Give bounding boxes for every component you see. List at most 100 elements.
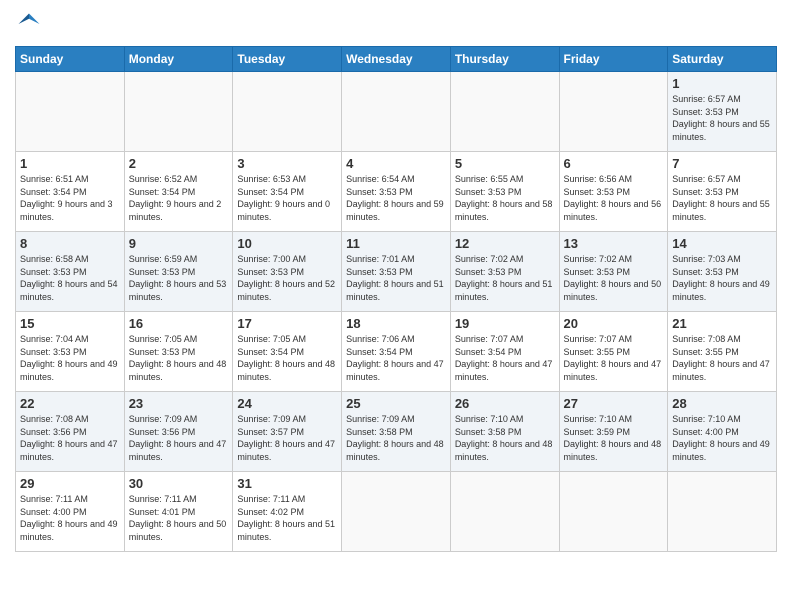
day-info: Sunrise: 7:08 AMSunset: 3:55 PMDaylight:… <box>672 334 770 382</box>
calendar-cell: 30 Sunrise: 7:11 AMSunset: 4:01 PMDaylig… <box>124 472 233 552</box>
day-info: Sunrise: 7:10 AMSunset: 3:58 PMDaylight:… <box>455 414 553 462</box>
logo <box>15 10 47 38</box>
calendar-cell: 6 Sunrise: 6:56 AMSunset: 3:53 PMDayligh… <box>559 152 668 232</box>
calendar-cell <box>124 72 233 152</box>
calendar-cell: 13 Sunrise: 7:02 AMSunset: 3:53 PMDaylig… <box>559 232 668 312</box>
calendar-cell: 31 Sunrise: 7:11 AMSunset: 4:02 PMDaylig… <box>233 472 342 552</box>
day-number: 14 <box>672 236 772 251</box>
calendar-cell: 25 Sunrise: 7:09 AMSunset: 3:58 PMDaylig… <box>342 392 451 472</box>
calendar-cell <box>342 72 451 152</box>
calendar-header-friday: Friday <box>559 47 668 72</box>
calendar-header-row: SundayMondayTuesdayWednesdayThursdayFrid… <box>16 47 777 72</box>
calendar-header-saturday: Saturday <box>668 47 777 72</box>
calendar-cell <box>668 472 777 552</box>
day-number: 7 <box>672 156 772 171</box>
calendar-cell <box>559 472 668 552</box>
day-number: 22 <box>20 396 120 411</box>
day-info: Sunrise: 6:55 AMSunset: 3:53 PMDaylight:… <box>455 174 553 222</box>
calendar-cell: 24 Sunrise: 7:09 AMSunset: 3:57 PMDaylig… <box>233 392 342 472</box>
calendar-cell: 26 Sunrise: 7:10 AMSunset: 3:58 PMDaylig… <box>450 392 559 472</box>
calendar-week-row: 15 Sunrise: 7:04 AMSunset: 3:53 PMDaylig… <box>16 312 777 392</box>
day-info: Sunrise: 6:57 AMSunset: 3:53 PMDaylight:… <box>672 94 770 142</box>
calendar-cell: 1 Sunrise: 6:57 AMSunset: 3:53 PMDayligh… <box>668 72 777 152</box>
calendar-cell: 2 Sunrise: 6:52 AMSunset: 3:54 PMDayligh… <box>124 152 233 232</box>
day-info: Sunrise: 7:05 AMSunset: 3:54 PMDaylight:… <box>237 334 335 382</box>
day-number: 1 <box>20 156 120 171</box>
calendar-cell: 19 Sunrise: 7:07 AMSunset: 3:54 PMDaylig… <box>450 312 559 392</box>
day-info: Sunrise: 6:59 AMSunset: 3:53 PMDaylight:… <box>129 254 227 302</box>
calendar-cell <box>233 72 342 152</box>
calendar-cell: 16 Sunrise: 7:05 AMSunset: 3:53 PMDaylig… <box>124 312 233 392</box>
calendar-header-thursday: Thursday <box>450 47 559 72</box>
day-number: 5 <box>455 156 555 171</box>
day-number: 6 <box>564 156 664 171</box>
day-info: Sunrise: 7:06 AMSunset: 3:54 PMDaylight:… <box>346 334 444 382</box>
calendar-cell: 22 Sunrise: 7:08 AMSunset: 3:56 PMDaylig… <box>16 392 125 472</box>
day-info: Sunrise: 7:09 AMSunset: 3:58 PMDaylight:… <box>346 414 444 462</box>
calendar-cell: 29 Sunrise: 7:11 AMSunset: 4:00 PMDaylig… <box>16 472 125 552</box>
day-number: 12 <box>455 236 555 251</box>
day-number: 30 <box>129 476 229 491</box>
calendar-cell <box>16 72 125 152</box>
calendar-cell: 1 Sunrise: 6:51 AMSunset: 3:54 PMDayligh… <box>16 152 125 232</box>
day-info: Sunrise: 7:04 AMSunset: 3:53 PMDaylight:… <box>20 334 118 382</box>
day-info: Sunrise: 7:11 AMSunset: 4:01 PMDaylight:… <box>129 494 227 542</box>
day-number: 20 <box>564 316 664 331</box>
calendar-cell <box>450 72 559 152</box>
calendar-cell <box>450 472 559 552</box>
calendar-cell: 15 Sunrise: 7:04 AMSunset: 3:53 PMDaylig… <box>16 312 125 392</box>
day-number: 9 <box>129 236 229 251</box>
day-info: Sunrise: 7:08 AMSunset: 3:56 PMDaylight:… <box>20 414 118 462</box>
day-number: 17 <box>237 316 337 331</box>
logo-icon <box>15 10 43 38</box>
calendar-cell: 10 Sunrise: 7:00 AMSunset: 3:53 PMDaylig… <box>233 232 342 312</box>
day-info: Sunrise: 6:56 AMSunset: 3:53 PMDaylight:… <box>564 174 662 222</box>
page: SundayMondayTuesdayWednesdayThursdayFrid… <box>0 0 792 612</box>
calendar-cell: 23 Sunrise: 7:09 AMSunset: 3:56 PMDaylig… <box>124 392 233 472</box>
day-number: 15 <box>20 316 120 331</box>
day-info: Sunrise: 7:03 AMSunset: 3:53 PMDaylight:… <box>672 254 770 302</box>
day-number: 16 <box>129 316 229 331</box>
day-number: 8 <box>20 236 120 251</box>
day-number: 3 <box>237 156 337 171</box>
day-info: Sunrise: 6:53 AMSunset: 3:54 PMDaylight:… <box>237 174 330 222</box>
day-number: 23 <box>129 396 229 411</box>
calendar-header-wednesday: Wednesday <box>342 47 451 72</box>
header <box>15 10 777 38</box>
day-number: 13 <box>564 236 664 251</box>
calendar-cell: 20 Sunrise: 7:07 AMSunset: 3:55 PMDaylig… <box>559 312 668 392</box>
day-info: Sunrise: 7:02 AMSunset: 3:53 PMDaylight:… <box>564 254 662 302</box>
calendar-week-row: 1 Sunrise: 6:51 AMSunset: 3:54 PMDayligh… <box>16 152 777 232</box>
calendar-cell: 8 Sunrise: 6:58 AMSunset: 3:53 PMDayligh… <box>16 232 125 312</box>
calendar-cell: 11 Sunrise: 7:01 AMSunset: 3:53 PMDaylig… <box>342 232 451 312</box>
day-number: 10 <box>237 236 337 251</box>
day-info: Sunrise: 7:07 AMSunset: 3:55 PMDaylight:… <box>564 334 662 382</box>
calendar-cell: 18 Sunrise: 7:06 AMSunset: 3:54 PMDaylig… <box>342 312 451 392</box>
calendar-cell: 27 Sunrise: 7:10 AMSunset: 3:59 PMDaylig… <box>559 392 668 472</box>
day-info: Sunrise: 6:51 AMSunset: 3:54 PMDaylight:… <box>20 174 113 222</box>
day-info: Sunrise: 7:00 AMSunset: 3:53 PMDaylight:… <box>237 254 335 302</box>
calendar-header-sunday: Sunday <box>16 47 125 72</box>
calendar-header-monday: Monday <box>124 47 233 72</box>
day-info: Sunrise: 6:54 AMSunset: 3:53 PMDaylight:… <box>346 174 444 222</box>
calendar-cell: 4 Sunrise: 6:54 AMSunset: 3:53 PMDayligh… <box>342 152 451 232</box>
calendar-week-row: 29 Sunrise: 7:11 AMSunset: 4:00 PMDaylig… <box>16 472 777 552</box>
calendar-cell: 21 Sunrise: 7:08 AMSunset: 3:55 PMDaylig… <box>668 312 777 392</box>
day-info: Sunrise: 7:10 AMSunset: 4:00 PMDaylight:… <box>672 414 770 462</box>
calendar-cell: 3 Sunrise: 6:53 AMSunset: 3:54 PMDayligh… <box>233 152 342 232</box>
calendar-week-row: 22 Sunrise: 7:08 AMSunset: 3:56 PMDaylig… <box>16 392 777 472</box>
day-info: Sunrise: 7:10 AMSunset: 3:59 PMDaylight:… <box>564 414 662 462</box>
day-number: 2 <box>129 156 229 171</box>
day-info: Sunrise: 6:58 AMSunset: 3:53 PMDaylight:… <box>20 254 118 302</box>
calendar-cell: 28 Sunrise: 7:10 AMSunset: 4:00 PMDaylig… <box>668 392 777 472</box>
calendar-week-row: 8 Sunrise: 6:58 AMSunset: 3:53 PMDayligh… <box>16 232 777 312</box>
day-info: Sunrise: 7:09 AMSunset: 3:56 PMDaylight:… <box>129 414 227 462</box>
calendar-header-tuesday: Tuesday <box>233 47 342 72</box>
day-info: Sunrise: 7:01 AMSunset: 3:53 PMDaylight:… <box>346 254 444 302</box>
day-info: Sunrise: 6:57 AMSunset: 3:53 PMDaylight:… <box>672 174 770 222</box>
calendar-cell: 7 Sunrise: 6:57 AMSunset: 3:53 PMDayligh… <box>668 152 777 232</box>
day-number: 19 <box>455 316 555 331</box>
day-info: Sunrise: 7:11 AMSunset: 4:02 PMDaylight:… <box>237 494 335 542</box>
calendar-cell: 14 Sunrise: 7:03 AMSunset: 3:53 PMDaylig… <box>668 232 777 312</box>
day-info: Sunrise: 7:07 AMSunset: 3:54 PMDaylight:… <box>455 334 553 382</box>
